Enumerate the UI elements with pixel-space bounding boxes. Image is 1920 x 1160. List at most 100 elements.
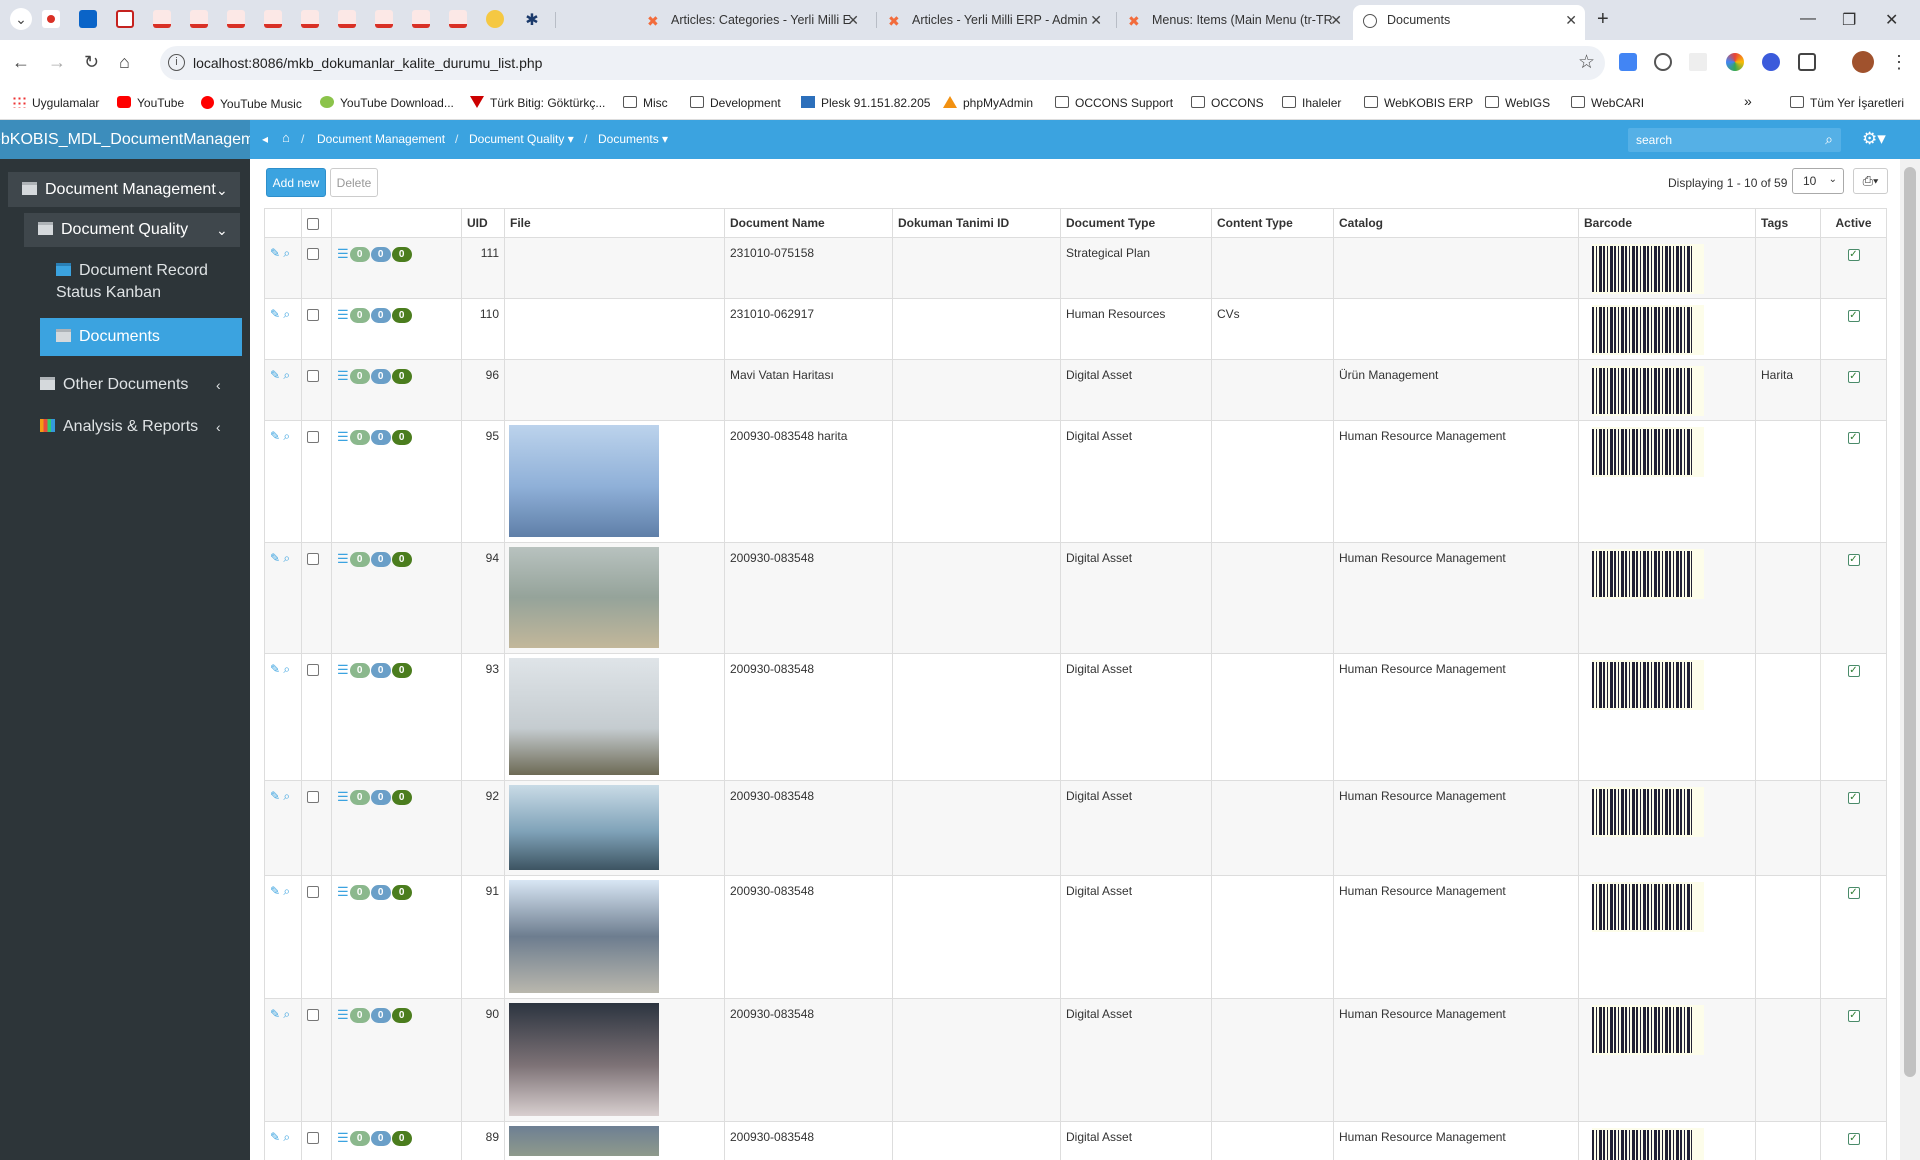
badge-dark[interactable]: 0: [391, 663, 412, 678]
bookmark-folder-ihaleler[interactable]: Ihaleler: [1282, 96, 1341, 110]
header-dokuman-tanimi-id[interactable]: Dokuman Tanimi ID: [892, 208, 1061, 238]
bookmark-folder-development[interactable]: Development: [690, 96, 781, 110]
row-checkbox[interactable]: [307, 885, 319, 898]
edit-pencil-icon[interactable]: ✎: [270, 789, 280, 803]
badge-dark[interactable]: 0: [391, 790, 412, 805]
badge-dark[interactable]: 0: [391, 308, 412, 323]
view-magnifier-icon[interactable]: ⌕: [283, 429, 290, 443]
close-tab-icon[interactable]: ✕: [1330, 5, 1342, 36]
print-button[interactable]: ⎙▾: [1853, 168, 1888, 194]
edit-pencil-icon[interactable]: ✎: [270, 1007, 280, 1021]
row-checkbox[interactable]: [307, 308, 319, 321]
search-icon[interactable]: ⌕: [1825, 131, 1833, 148]
file-thumbnail[interactable]: [509, 658, 659, 775]
recycle-extension-icon[interactable]: [1654, 53, 1672, 71]
file-thumbnail[interactable]: [509, 785, 659, 870]
active-checkbox[interactable]: ✓: [1847, 1133, 1860, 1145]
breadcrumb-document-management[interactable]: Document Management: [317, 132, 445, 146]
row-checkbox[interactable]: [307, 552, 319, 565]
active-checkbox[interactable]: ✓: [1847, 1010, 1860, 1022]
bookmarks-overflow-button[interactable]: »: [1744, 93, 1752, 109]
badge-green[interactable]: 0: [349, 1131, 370, 1146]
tab-documents[interactable]: Documents ✕: [1353, 5, 1585, 40]
badge-dark[interactable]: 0: [391, 1008, 412, 1023]
edit-pencil-icon[interactable]: ✎: [270, 1130, 280, 1144]
header-document-type[interactable]: Document Type: [1060, 208, 1212, 238]
bookmark-star-icon[interactable]: ☆: [1578, 51, 1595, 74]
badge-blue[interactable]: 0: [370, 430, 391, 445]
edit-pencil-icon[interactable]: ✎: [270, 307, 280, 321]
close-window-icon[interactable]: ✕: [1885, 10, 1898, 30]
new-tab-icon[interactable]: +: [1597, 8, 1609, 31]
header-document-name[interactable]: Document Name: [724, 208, 893, 238]
view-magnifier-icon[interactable]: ⌕: [283, 884, 290, 898]
page-scrollbar[interactable]: [1900, 159, 1920, 1160]
url-field[interactable]: i localhost:8086/mkb_dokumanlar_kalite_d…: [160, 46, 1605, 80]
badge-green[interactable]: 0: [349, 790, 370, 805]
pinned-tab-app-icon[interactable]: [264, 10, 282, 28]
edit-pencil-icon[interactable]: ✎: [270, 429, 280, 443]
badge-dark[interactable]: 0: [391, 369, 412, 384]
bookmark-folder-webkobis-erp[interactable]: WebKOBIS ERP: [1364, 96, 1473, 110]
profile-avatar[interactable]: [1852, 51, 1874, 73]
translate-extension-icon[interactable]: [1619, 53, 1637, 71]
sidebar-item-documents[interactable]: Documents: [40, 318, 242, 356]
badge-green[interactable]: 0: [349, 247, 370, 262]
sidebar-item-document-quality[interactable]: Document Quality ⌄: [24, 213, 240, 247]
badge-blue[interactable]: 0: [370, 1131, 391, 1146]
close-tab-icon[interactable]: ✕: [847, 5, 859, 36]
file-thumbnail[interactable]: [509, 425, 659, 537]
active-checkbox[interactable]: ✓: [1847, 792, 1860, 804]
list-icon[interactable]: ☰: [337, 368, 349, 383]
text-extension-icon[interactable]: [1689, 53, 1707, 71]
active-checkbox[interactable]: ✓: [1847, 887, 1860, 899]
breadcrumb-documents[interactable]: Documents ▾: [598, 132, 668, 146]
row-checkbox[interactable]: [307, 1131, 319, 1144]
list-icon[interactable]: ☰: [337, 662, 349, 677]
badge-blue[interactable]: 0: [370, 663, 391, 678]
badge-green[interactable]: 0: [349, 885, 370, 900]
forward-icon[interactable]: →: [48, 52, 66, 73]
badge-dark[interactable]: 0: [391, 247, 412, 262]
badge-dark[interactable]: 0: [391, 885, 412, 900]
pinned-tab-app-icon[interactable]: [227, 10, 245, 28]
pinned-tab-app-icon[interactable]: [375, 10, 393, 28]
active-checkbox[interactable]: ✓: [1847, 554, 1860, 566]
list-icon[interactable]: ☰: [337, 1130, 349, 1145]
bookmark-phpmyadmin[interactable]: phpMyAdmin: [943, 96, 1033, 110]
search-input[interactable]: [1628, 128, 1808, 152]
close-tab-icon[interactable]: ✕: [1090, 5, 1102, 36]
bookmark-folder-webcari[interactable]: WebCARI: [1571, 96, 1644, 110]
delete-button[interactable]: Delete: [330, 168, 378, 197]
minimize-icon[interactable]: —: [1800, 10, 1816, 28]
bookmark-apps[interactable]: Uygulamalar: [12, 96, 99, 110]
close-tab-icon[interactable]: ✕: [1565, 5, 1577, 36]
file-thumbnail[interactable]: [509, 880, 659, 993]
badge-blue[interactable]: 0: [370, 1008, 391, 1023]
site-info-icon[interactable]: i: [168, 54, 185, 71]
breadcrumb-document-quality[interactable]: Document Quality ▾: [469, 132, 574, 146]
add-new-button[interactable]: Add new: [266, 168, 326, 197]
active-checkbox[interactable]: ✓: [1847, 371, 1860, 383]
home-icon[interactable]: ⌂: [119, 52, 130, 73]
view-magnifier-icon[interactable]: ⌕: [283, 246, 290, 260]
tab-articles[interactable]: ✖ Articles - Yerli Milli ERP - Admin ✕: [878, 5, 1110, 36]
restore-icon[interactable]: ❐: [1842, 10, 1856, 30]
badge-green[interactable]: 0: [349, 308, 370, 323]
sidebar-toggle-icon[interactable]: ◂: [262, 132, 268, 146]
badge-green[interactable]: 0: [349, 663, 370, 678]
pinned-tab-app-icon[interactable]: [449, 10, 467, 28]
header-catalog[interactable]: Catalog: [1333, 208, 1579, 238]
list-icon[interactable]: ☰: [337, 429, 349, 444]
menu-dots-icon[interactable]: ⋮: [1890, 52, 1908, 73]
file-thumbnail[interactable]: [509, 1126, 659, 1156]
badge-blue[interactable]: 0: [370, 308, 391, 323]
view-magnifier-icon[interactable]: ⌕: [283, 1007, 290, 1021]
file-thumbnail[interactable]: [509, 1003, 659, 1116]
header-tags[interactable]: Tags: [1755, 208, 1821, 238]
back-icon[interactable]: ←: [12, 52, 30, 73]
edit-pencil-icon[interactable]: ✎: [270, 368, 280, 382]
bookmark-folder-occons-support[interactable]: OCCONS Support: [1055, 96, 1173, 110]
view-magnifier-icon[interactable]: ⌕: [283, 368, 290, 382]
scrollbar-thumb[interactable]: [1904, 167, 1916, 1077]
